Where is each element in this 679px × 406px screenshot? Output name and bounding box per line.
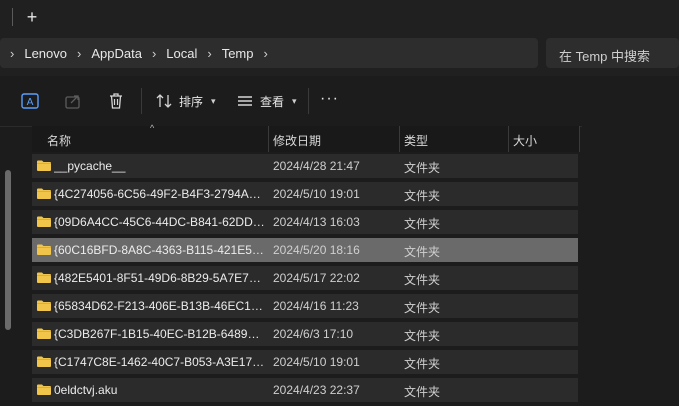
file-type: 文件夹 xyxy=(404,329,441,343)
folder-icon xyxy=(37,160,51,171)
file-type: 文件夹 xyxy=(404,217,441,231)
column-name-header[interactable]: 名称 xyxy=(47,132,71,149)
folder-icon xyxy=(37,384,51,395)
file-modified-date: 2024/5/10 19:01 xyxy=(273,355,360,369)
rename-icon[interactable]: A xyxy=(20,91,40,111)
file-type: 文件夹 xyxy=(404,161,441,175)
navigation-scrollbar[interactable] xyxy=(5,170,11,330)
folder-icon xyxy=(37,244,51,255)
file-modified-date: 2024/5/20 18:16 xyxy=(273,243,360,257)
breadcrumb-item-appdata[interactable]: AppData xyxy=(91,46,142,61)
search-placeholder: 在 Temp 中搜索 xyxy=(559,49,651,64)
file-type: 文件夹 xyxy=(404,301,441,315)
empty-space xyxy=(582,126,679,400)
column-divider[interactable] xyxy=(579,126,580,152)
column-divider[interactable] xyxy=(268,126,269,152)
more-options-button[interactable]: ··· xyxy=(320,90,339,108)
file-modified-date: 2024/4/13 16:03 xyxy=(273,215,360,229)
column-divider[interactable] xyxy=(399,126,400,152)
breadcrumb-item-lenovo[interactable]: Lenovo xyxy=(24,46,67,61)
table-row[interactable]: {60C16BFD-8A8C-4363-B115-421E54... 2024/5… xyxy=(32,238,578,262)
file-modified-date: 2024/5/10 19:01 xyxy=(273,187,360,201)
chevron-right-icon[interactable]: › xyxy=(197,46,221,61)
folder-icon xyxy=(37,188,51,199)
column-divider[interactable] xyxy=(508,126,509,152)
chevron-right-icon[interactable]: › xyxy=(142,46,166,61)
table-row[interactable]: __pycache__ 2024/4/28 21:47 文件夹 xyxy=(32,154,578,178)
new-tab-button[interactable]: + xyxy=(22,6,42,28)
search-input[interactable]: 在 Temp 中搜索 xyxy=(546,38,679,68)
file-type: 文件夹 xyxy=(404,273,441,287)
chevron-right-icon[interactable]: › xyxy=(67,46,91,61)
file-name: {09D6A4CC-45C6-44DC-B841-62DDC... xyxy=(54,215,266,229)
tab-strip: + xyxy=(0,0,679,36)
svg-text:A: A xyxy=(27,97,34,108)
view-icon xyxy=(238,96,252,106)
column-size-header[interactable]: 大小 xyxy=(513,132,537,149)
file-type: 文件夹 xyxy=(404,385,441,399)
sort-up-icon: ^ xyxy=(150,123,155,133)
chevron-down-icon: ▾ xyxy=(211,95,216,106)
file-name: {C3DB267F-1B15-40EC-B12B-6489BE... xyxy=(54,327,266,341)
file-name: {C1747C8E-1462-40C7-B053-A3E1734... xyxy=(54,355,266,369)
toolbar-separator xyxy=(141,88,142,114)
table-row[interactable]: 0eldctvj.aku 2024/4/23 22:37 文件夹 xyxy=(32,378,578,402)
breadcrumb-item-temp[interactable]: Temp xyxy=(222,46,254,61)
sort-label: 排序 xyxy=(179,94,204,109)
file-name: __pycache__ xyxy=(54,159,126,173)
view-button[interactable]: 查看 ▾ xyxy=(236,89,297,113)
folder-icon xyxy=(37,356,51,367)
table-row[interactable]: {C3DB267F-1B15-40EC-B12B-6489BE... 2024/6… xyxy=(32,322,578,346)
chevron-right-icon[interactable]: › xyxy=(0,46,24,61)
address-row: › Lenovo › AppData › Local › Temp › 在 Te… xyxy=(0,36,679,76)
delete-icon[interactable] xyxy=(106,91,126,111)
folder-icon xyxy=(37,272,51,283)
tab-separator xyxy=(12,8,13,26)
file-type: 文件夹 xyxy=(404,357,441,371)
folder-icon xyxy=(37,328,51,339)
file-name: {482E5401-8F51-49D6-8B29-5A7E732... xyxy=(54,271,266,285)
file-name: {60C16BFD-8A8C-4363-B115-421E54... xyxy=(54,243,266,257)
folder-icon xyxy=(37,300,51,311)
toolbar-separator xyxy=(308,88,309,114)
file-type: 文件夹 xyxy=(404,189,441,203)
table-row[interactable]: {C1747C8E-1462-40C7-B053-A3E1734... 2024/… xyxy=(32,350,578,374)
column-type-header[interactable]: 类型 xyxy=(404,132,428,149)
file-modified-date: 2024/5/17 22:02 xyxy=(273,271,360,285)
column-header: ^ 名称 修改日期 类型 大小 xyxy=(32,123,580,152)
view-label: 查看 xyxy=(260,94,285,109)
file-modified-date: 2024/4/28 21:47 xyxy=(273,159,360,173)
file-name: {65834D62-F213-406E-B13B-46EC17A... xyxy=(54,299,266,313)
breadcrumb-item-local[interactable]: Local xyxy=(166,46,197,61)
share-icon[interactable] xyxy=(63,91,83,111)
file-list: __pycache__ 2024/4/28 21:47 文件夹 {4C274056-6… xyxy=(32,154,578,406)
table-row[interactable]: {482E5401-8F51-49D6-8B29-5A7E732... 2024/… xyxy=(32,266,578,290)
folder-icon xyxy=(37,216,51,227)
column-modified-header[interactable]: 修改日期 xyxy=(273,132,321,149)
sort-icon xyxy=(156,94,172,108)
file-type: 文件夹 xyxy=(404,245,441,259)
file-modified-date: 2024/4/16 11:23 xyxy=(273,299,359,313)
chevron-down-icon: ▾ xyxy=(292,95,297,106)
table-row[interactable]: {65834D62-F213-406E-B13B-46EC17A... 2024/… xyxy=(32,294,578,318)
sort-button[interactable]: 排序 ▾ xyxy=(155,89,216,113)
command-bar: A 排序 ▾ 查看 ▾ ··· xyxy=(0,76,679,127)
table-row[interactable]: {4C274056-6C56-49F2-B4F3-2794A7C... 2024/… xyxy=(32,182,578,206)
file-name: {4C274056-6C56-49F2-B4F3-2794A7C... xyxy=(54,187,266,201)
table-row[interactable]: {09D6A4CC-45C6-44DC-B841-62DDC... 2024/4/… xyxy=(32,210,578,234)
file-name: 0eldctvj.aku xyxy=(54,383,118,397)
chevron-right-icon[interactable]: › xyxy=(254,46,278,61)
breadcrumb[interactable]: › Lenovo › AppData › Local › Temp › xyxy=(0,38,538,68)
file-modified-date: 2024/4/23 22:37 xyxy=(273,383,360,397)
file-modified-date: 2024/6/3 17:10 xyxy=(273,327,354,341)
